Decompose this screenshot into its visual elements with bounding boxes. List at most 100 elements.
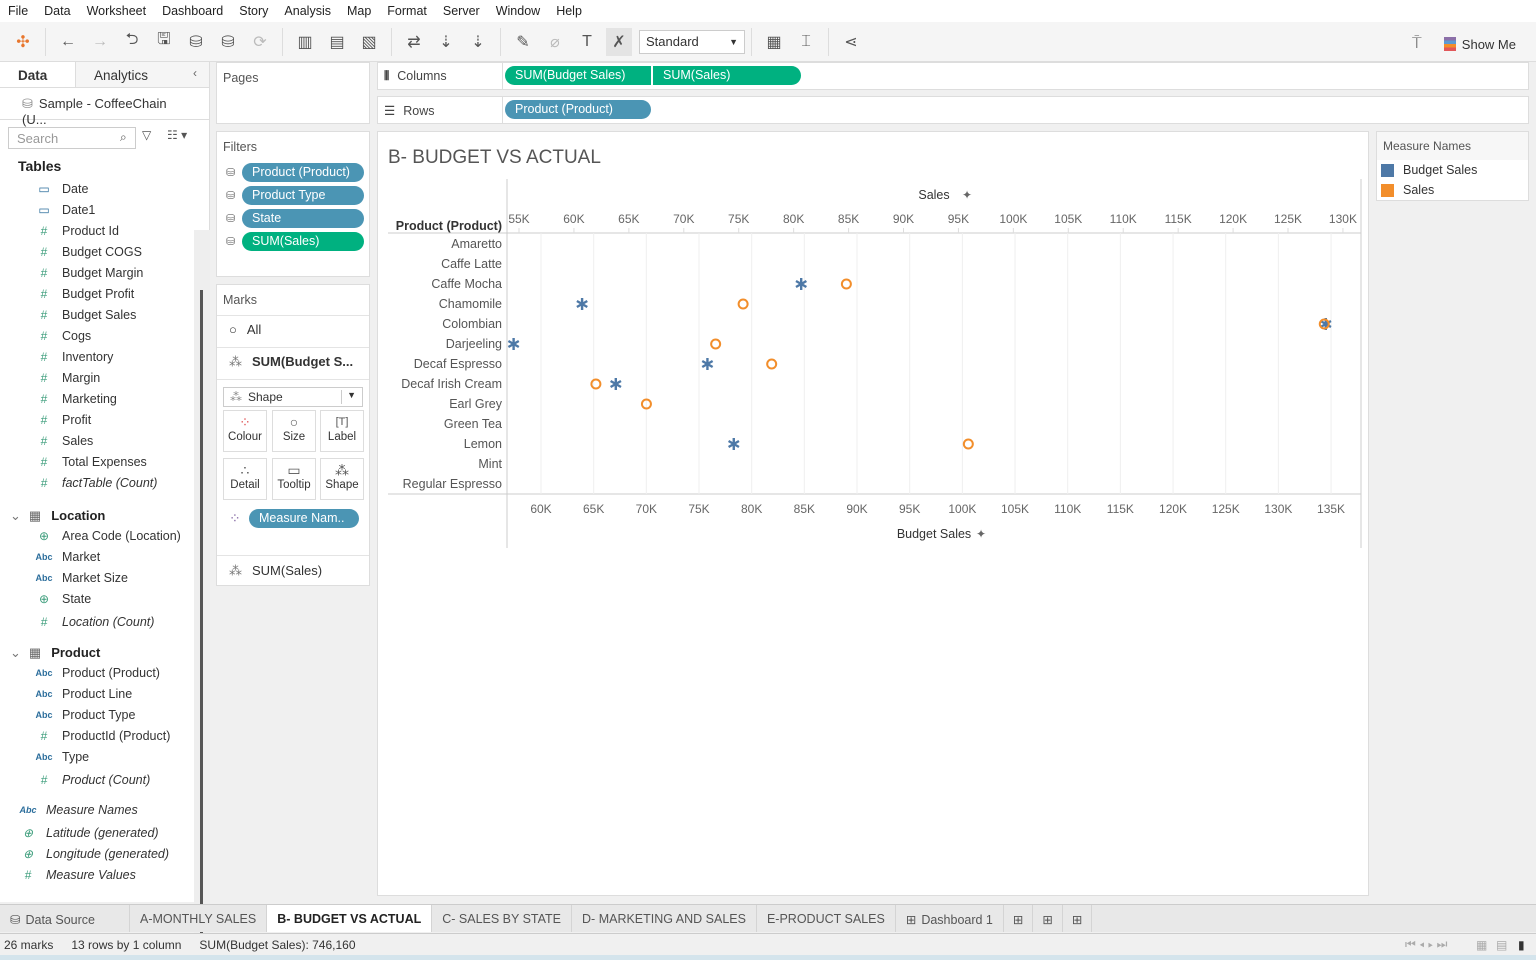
sheet-tab[interactable]: ⛁ Data Source: [0, 905, 130, 932]
row-label[interactable]: Colombian: [442, 317, 502, 331]
field-product-product-[interactable]: Abc Product (Product): [32, 666, 159, 680]
table-group[interactable]: ⌄ ▦ Location: [10, 508, 105, 524]
mark-sales-chamomile[interactable]: [737, 298, 749, 310]
menu-data[interactable]: Data: [44, 4, 70, 18]
field-budget-profit[interactable]: # Budget Profit: [32, 287, 135, 301]
top-axis-title[interactable]: Sales: [918, 188, 949, 202]
fit-select[interactable]: Standard ▼: [639, 29, 745, 54]
pin-icon[interactable]: ⍑: [1404, 30, 1430, 58]
row-label[interactable]: Regular Espresso: [403, 477, 502, 491]
field-longitude-generated-[interactable]: ⊕ Longitude (generated): [16, 847, 169, 861]
presentation-icon[interactable]: ⌶: [793, 28, 819, 56]
label-button[interactable]: [T] Label: [320, 410, 364, 452]
field-location-count-[interactable]: # Location (Count): [32, 615, 155, 629]
legend-item[interactable]: Sales: [1377, 180, 1528, 200]
table-group[interactable]: ⌄ ▦ Product: [10, 645, 100, 661]
labels-icon[interactable]: T: [574, 28, 600, 56]
field-type[interactable]: Abc Type: [32, 750, 89, 764]
sort-descending-icon[interactable]: ⇣: [465, 28, 491, 56]
row-label[interactable]: Mint: [478, 457, 502, 471]
marks-all[interactable]: ○ All: [217, 316, 369, 348]
share-icon[interactable]: ⋖: [838, 28, 864, 56]
shape-button[interactable]: ⁂ Shape: [320, 458, 364, 500]
new-story-icon[interactable]: ⊞: [1063, 905, 1093, 932]
tableau-logo-icon[interactable]: ✣: [10, 28, 36, 56]
mark-type-select[interactable]: ⁂ Shape ▼: [223, 387, 363, 407]
row-label[interactable]: Caffe Latte: [441, 257, 502, 271]
marks-card-sales[interactable]: ⁂ SUM(Sales): [217, 555, 369, 586]
field-sales[interactable]: # Sales: [32, 434, 94, 448]
field-budget-margin[interactable]: # Budget Margin: [32, 266, 144, 280]
undo-icon[interactable]: ←: [55, 28, 81, 56]
field-area-code-location-[interactable]: ⊕ Area Code (Location): [32, 529, 181, 543]
pause-updates-icon[interactable]: ⛁: [215, 28, 241, 56]
mark-sales-caffe-mocha[interactable]: [840, 278, 852, 290]
columns-pill-budget-sales[interactable]: SUM(Budget Sales): [505, 66, 651, 85]
view-film-icon[interactable]: ▮: [1518, 938, 1525, 952]
redo-icon[interactable]: →: [87, 28, 113, 56]
mark-budget-sales-lemon[interactable]: [727, 438, 740, 450]
mark-budget-sales-darjeeling[interactable]: [507, 338, 520, 350]
filter-pill[interactable]: Product Type: [242, 186, 364, 205]
view-options-icon[interactable]: ☷ ▾: [167, 128, 187, 142]
menu-help[interactable]: Help: [556, 4, 582, 18]
row-label[interactable]: Chamomile: [439, 297, 502, 311]
field-market[interactable]: Abc Market: [32, 550, 100, 564]
fix-axes-icon[interactable]: ✗: [606, 27, 632, 56]
colour-button[interactable]: ⁘ Colour: [223, 410, 267, 452]
mark-sales-darjeeling[interactable]: [710, 338, 722, 350]
row-label[interactable]: Decaf Espresso: [414, 357, 502, 371]
field-product-type[interactable]: Abc Product Type: [32, 708, 135, 722]
mark-budget-sales-chamomile[interactable]: [576, 298, 588, 310]
field-latitude-generated-[interactable]: ⊕ Latitude (generated): [16, 826, 159, 840]
menu-worksheet[interactable]: Worksheet: [87, 4, 147, 18]
highlight-icon[interactable]: ✎: [510, 28, 536, 56]
field-facttable-count-[interactable]: # factTable (Count): [32, 476, 158, 490]
sheet-tab[interactable]: A-MONTHLY SALES: [130, 905, 268, 932]
menu-dashboard[interactable]: Dashboard: [162, 4, 223, 18]
nav-first-icon[interactable]: ⏮ ◂ ▸ ⏭: [1405, 937, 1447, 952]
sheet-tab[interactable]: ⊞ Dashboard 1: [896, 905, 1004, 932]
filter-icon[interactable]: ▽: [142, 128, 151, 142]
new-datasource-icon[interactable]: ⛁: [183, 28, 209, 56]
sheet-tab[interactable]: B- BUDGET VS ACTUAL: [267, 905, 433, 932]
field-margin[interactable]: # Margin: [32, 371, 101, 385]
scrollbar[interactable]: [194, 230, 210, 960]
field-product-line[interactable]: Abc Product Line: [32, 687, 132, 701]
field-profit[interactable]: # Profit: [32, 413, 92, 427]
search-icon[interactable]: ⌕: [120, 130, 127, 145]
field-product-id[interactable]: # Product Id: [32, 224, 119, 238]
row-label[interactable]: Decaf Irish Cream: [401, 377, 502, 391]
swap-icon[interactable]: ⇄: [401, 28, 427, 56]
menu-story[interactable]: Story: [239, 4, 268, 18]
tooltip-button[interactable]: ▭ Tooltip: [272, 458, 316, 500]
bottom-axis-title[interactable]: Budget Sales: [897, 527, 971, 541]
field-state[interactable]: ⊕ State: [32, 592, 91, 606]
tab-data[interactable]: Data: [0, 62, 76, 87]
new-dashboard-icon[interactable]: ⊞: [1033, 905, 1063, 932]
filter-pill[interactable]: State: [242, 209, 364, 228]
clear-sheet-icon[interactable]: ▧: [356, 28, 382, 56]
field-measure-names[interactable]: Abc Measure Names: [16, 803, 137, 817]
rows-pill-product[interactable]: Product (Product): [505, 100, 651, 119]
view-grid-icon[interactable]: ▦: [1476, 938, 1487, 952]
duplicate-sheet-icon[interactable]: ▤: [324, 28, 350, 56]
collapse-icon[interactable]: ‹: [193, 66, 197, 80]
size-button[interactable]: ○ Size: [272, 410, 316, 452]
columns-pill-sales[interactable]: SUM(Sales): [653, 66, 801, 85]
replay-icon[interactable]: ⮌: [119, 28, 145, 56]
sort-ascending-icon[interactable]: ⇣: [433, 28, 459, 56]
field-market-size[interactable]: Abc Market Size: [32, 571, 128, 585]
pin-icon[interactable]: ✦: [962, 188, 972, 202]
show-me-button[interactable]: ⍑ Show Me: [1401, 30, 1516, 58]
menu-map[interactable]: Map: [347, 4, 371, 18]
row-label[interactable]: Earl Grey: [449, 397, 503, 411]
tab-analytics[interactable]: Analytics: [76, 62, 209, 87]
field-budget-cogs[interactable]: # Budget COGS: [32, 245, 142, 259]
mark-sales-decaf-irish-cream[interactable]: [590, 378, 602, 390]
legend-item[interactable]: Budget Sales: [1377, 160, 1528, 180]
field-inventory[interactable]: # Inventory: [32, 350, 114, 364]
menu-window[interactable]: Window: [496, 4, 540, 18]
group-icon[interactable]: ⌀: [542, 28, 568, 56]
filter-pill[interactable]: Product (Product): [242, 163, 364, 182]
